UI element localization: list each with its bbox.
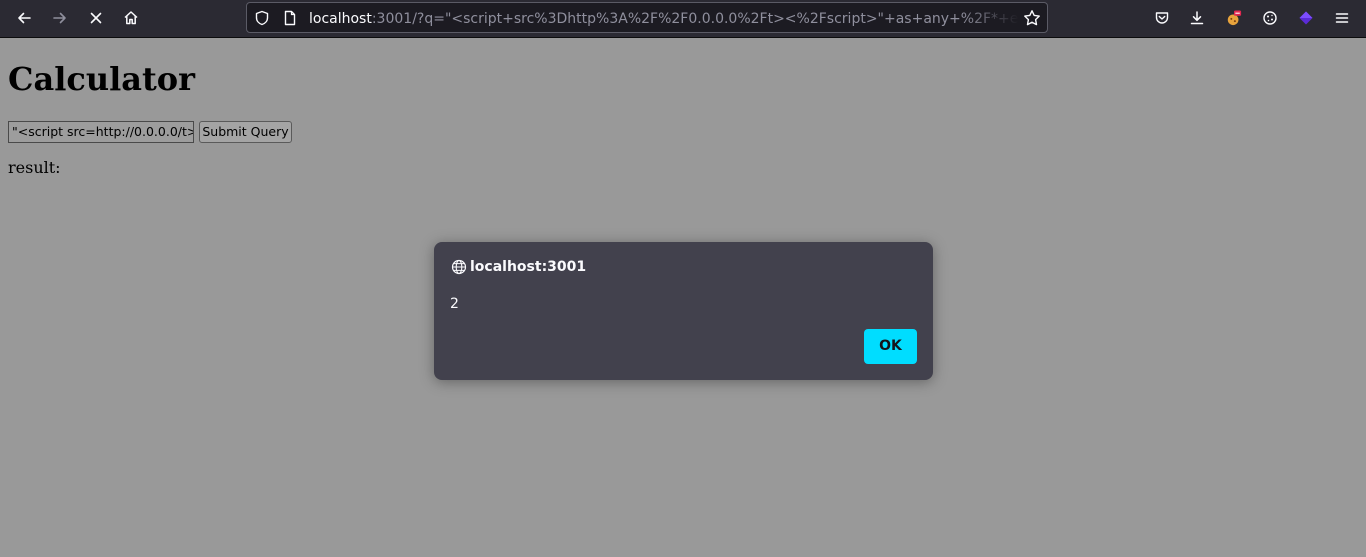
download-icon <box>1190 11 1204 25</box>
home-icon <box>124 11 138 25</box>
tracking-protection-shield-icon[interactable] <box>254 10 270 26</box>
forward-button[interactable] <box>44 3 76 33</box>
back-arrow-icon <box>18 12 31 24</box>
forward-arrow-icon <box>53 12 66 24</box>
submit-query-button[interactable]: Submit Query <box>199 121 292 143</box>
menu-button[interactable] <box>1326 3 1358 33</box>
browser-toolbar: localhost:3001/?q="<script+src%3Dhttp%3A… <box>0 0 1366 38</box>
dialog-message: 2 <box>450 296 459 312</box>
bookmark-star-icon[interactable] <box>1023 9 1041 27</box>
extension-button-1[interactable] <box>1218 3 1250 33</box>
pocket-button[interactable] <box>1146 3 1178 33</box>
home-button[interactable] <box>115 3 147 33</box>
downloads-button[interactable] <box>1181 3 1213 33</box>
extension-diamond-icon <box>1299 11 1313 25</box>
extension-badge-icon <box>1227 10 1242 26</box>
back-button[interactable] <box>8 3 40 33</box>
url-bar[interactable]: localhost:3001/?q="<script+src%3Dhttp%3A… <box>246 2 1048 33</box>
extension-button-2[interactable] <box>1254 3 1286 33</box>
stop-button[interactable] <box>80 3 112 33</box>
url-host: localhost <box>309 11 372 27</box>
dialog-origin: localhost:3001 <box>470 259 587 275</box>
extension-button-3[interactable] <box>1290 3 1322 33</box>
close-icon <box>90 12 102 24</box>
result-label: result: <box>8 158 61 177</box>
ok-button[interactable]: OK <box>864 329 917 364</box>
page-title: Calculator <box>8 60 195 98</box>
pocket-icon <box>1155 12 1169 24</box>
alert-dialog: localhost:3001 2 OK <box>434 242 933 380</box>
globe-icon <box>451 259 467 275</box>
url-path: :3001/?q="<script+src%3Dhttp%3A%2F%2F0.0… <box>371 11 1019 27</box>
hamburger-menu-icon <box>1335 13 1349 23</box>
cookie-icon <box>1263 11 1277 25</box>
query-input[interactable]: "<script src=http://0.0.0.0/t>< <box>8 121 194 143</box>
url-text[interactable]: localhost:3001/?q="<script+src%3Dhttp%3A… <box>309 9 1019 29</box>
page-info-icon[interactable] <box>282 10 298 26</box>
